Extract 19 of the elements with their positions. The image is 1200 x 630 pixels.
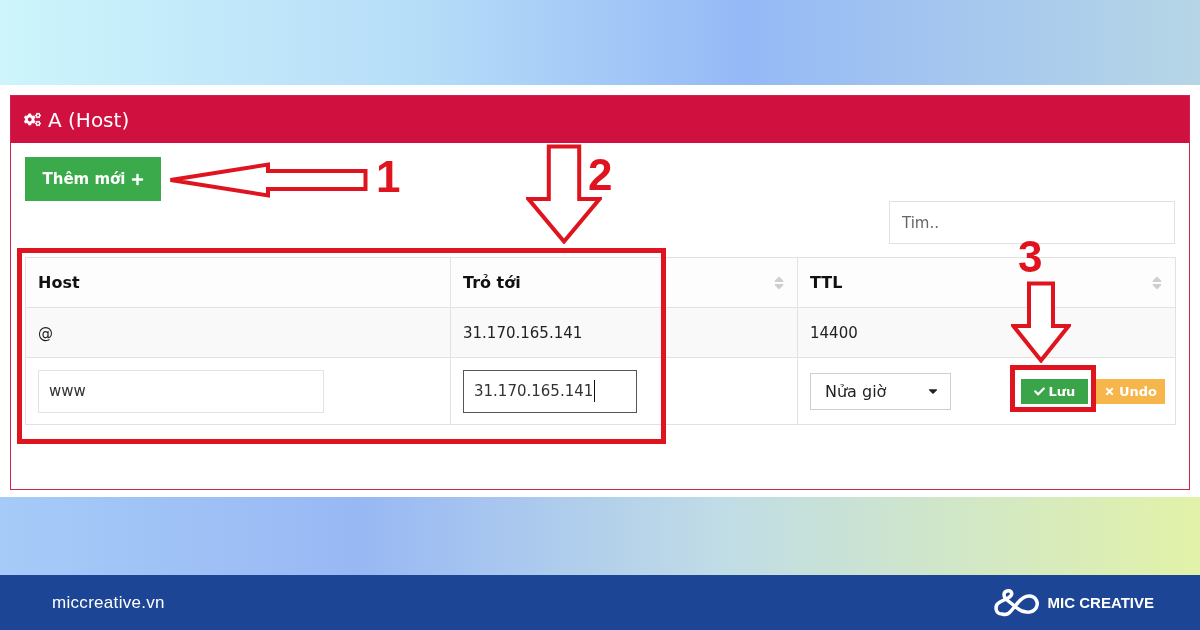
plus-icon [130, 172, 144, 186]
input-field[interactable]: 31.170.165.141 [463, 369, 637, 413]
table-cell: @ [25, 307, 451, 358]
column-header[interactable]: TTL [810, 273, 843, 292]
step-number: 1 [376, 155, 401, 199]
table-cell: 31.170.165.141 [450, 307, 798, 358]
input-field[interactable]: www [38, 369, 324, 413]
text-cursor-icon [594, 380, 596, 402]
site-address: miccreative.vn [52, 592, 165, 613]
logo-icon [991, 587, 1040, 618]
gears-icon [24, 111, 41, 128]
ttl-select[interactable]: Nửa giờ [810, 372, 951, 410]
column-header[interactable]: Host [38, 273, 80, 292]
step-number: 2 [588, 153, 613, 197]
column-header[interactable]: Trỏ tới [463, 273, 521, 292]
x-icon [1103, 385, 1115, 397]
brand-name: MIC CREATIVE [1047, 594, 1154, 611]
check-icon [1033, 385, 1045, 397]
panel-title: A (Host) [48, 107, 130, 132]
